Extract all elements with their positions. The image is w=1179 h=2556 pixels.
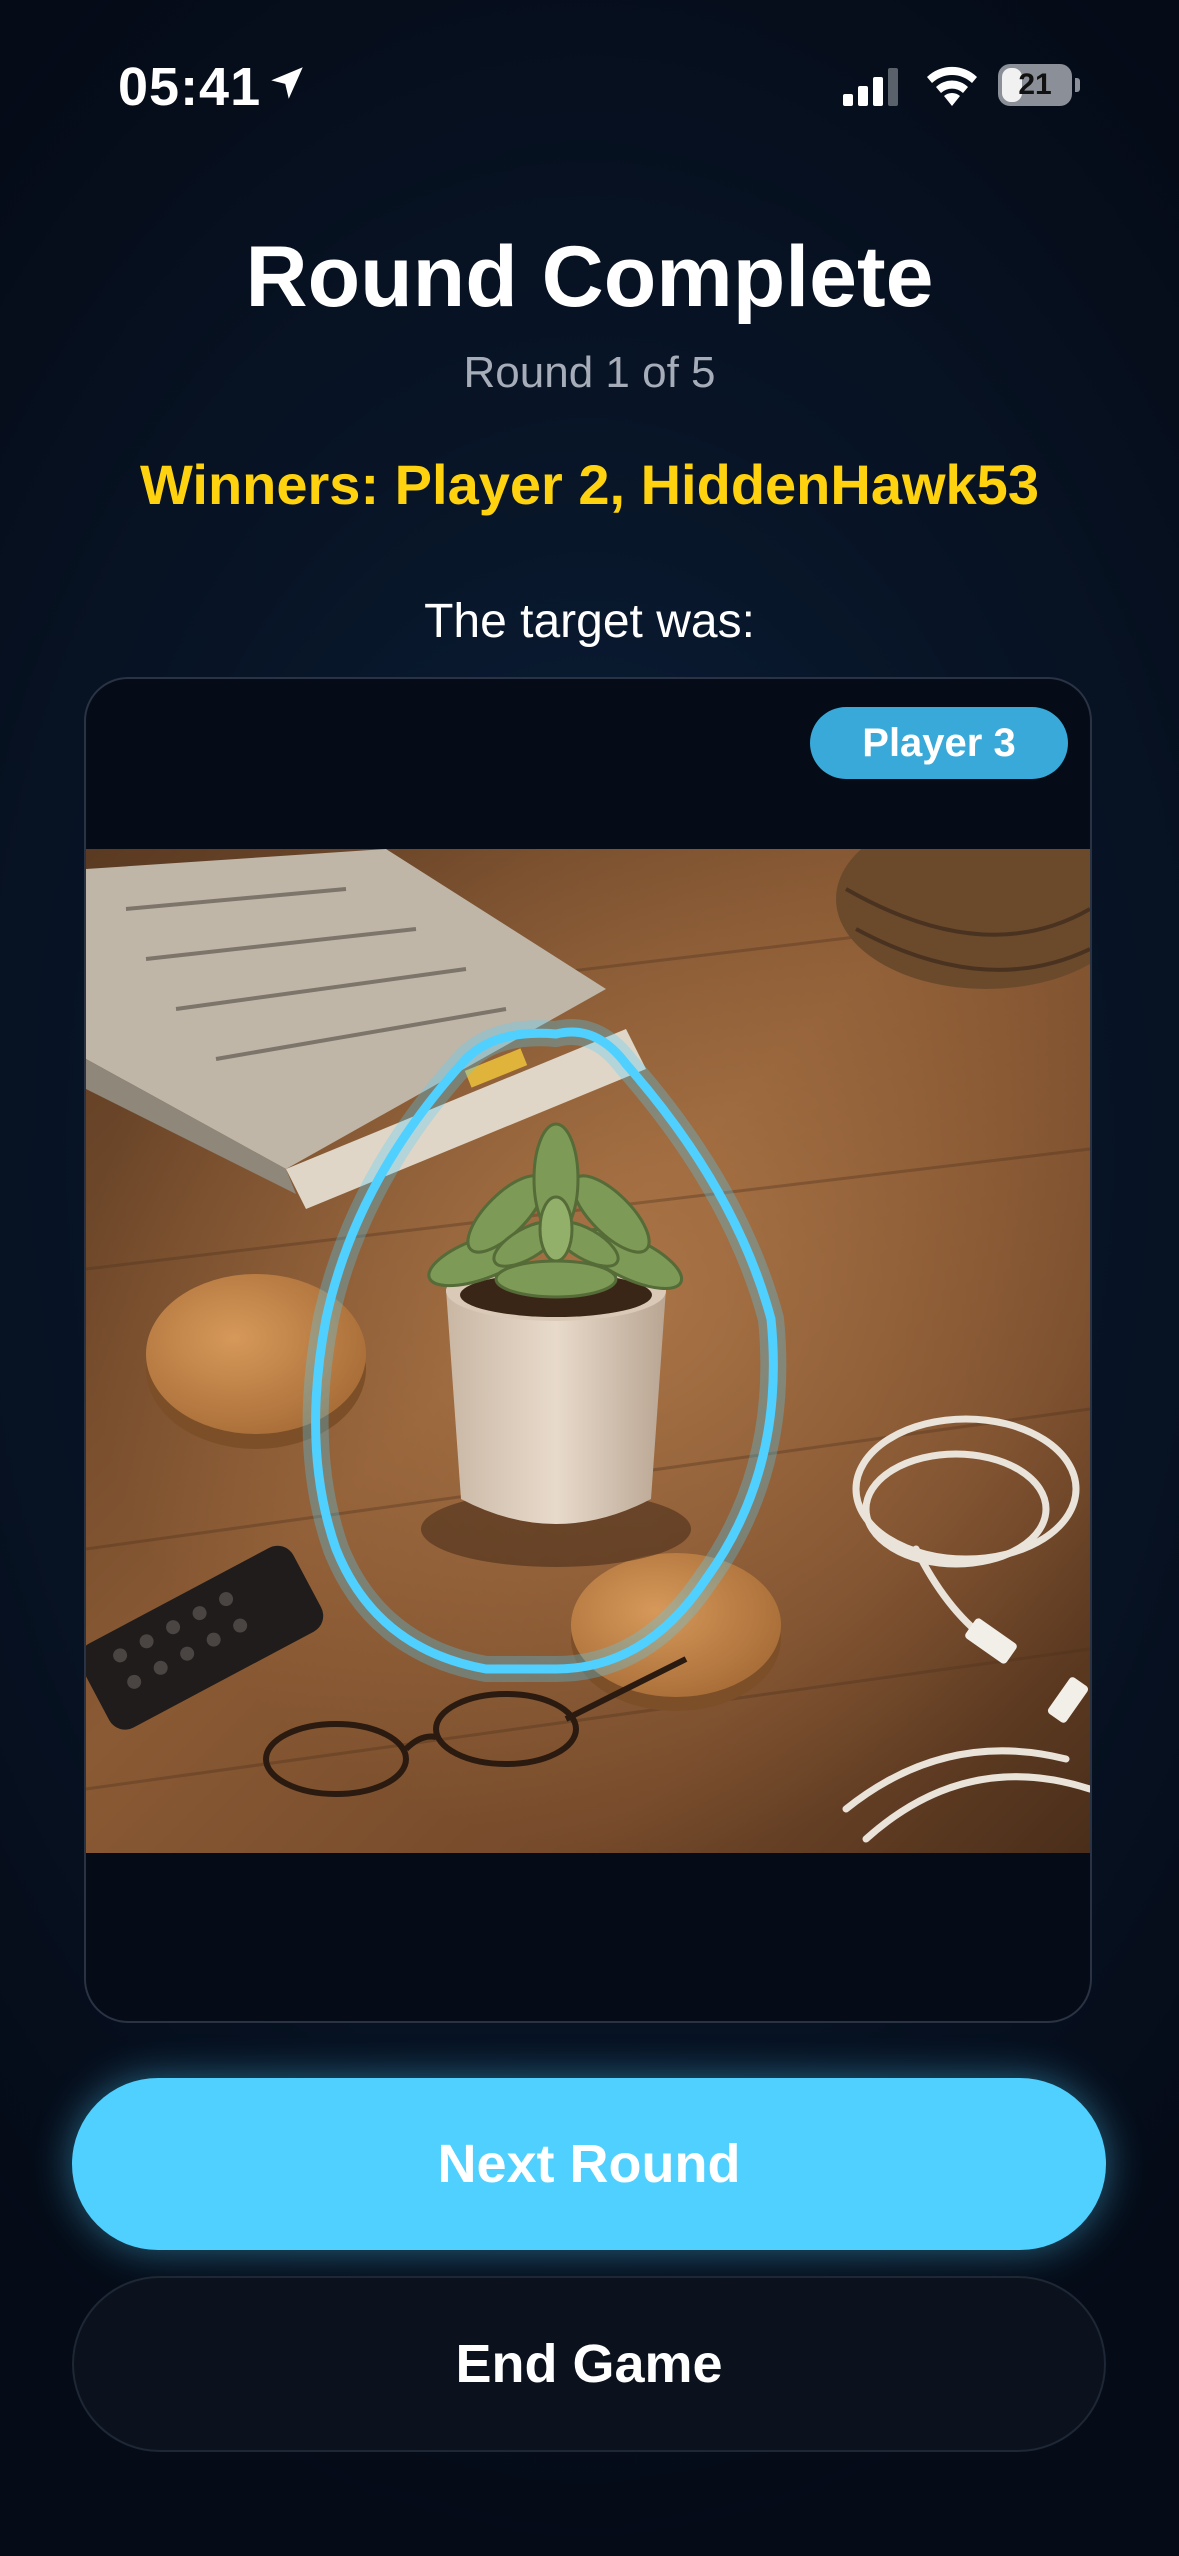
target-card: Player 3	[84, 677, 1092, 2023]
next-round-button[interactable]: Next Round	[72, 2078, 1106, 2250]
player-badge: Player 3	[810, 707, 1068, 779]
target-photo	[86, 849, 1090, 1853]
status-time: 05:41	[118, 57, 262, 117]
winners-text: Winners: Player 2, HiddenHawk53	[140, 453, 1039, 516]
target-label: The target was:	[424, 595, 755, 648]
cellular-signal-icon	[843, 68, 898, 106]
battery-level: 21	[1018, 68, 1052, 101]
round-info: Round 1 of 5	[463, 348, 716, 397]
page-title: Round Complete	[245, 229, 934, 325]
battery-icon: 21	[998, 64, 1080, 106]
status-bar: 05:41 21	[0, 0, 1179, 170]
end-game-button[interactable]: End Game	[72, 2276, 1106, 2452]
battery-nub	[1075, 78, 1080, 92]
wifi-icon	[927, 66, 977, 106]
location-arrow-icon	[271, 67, 303, 99]
